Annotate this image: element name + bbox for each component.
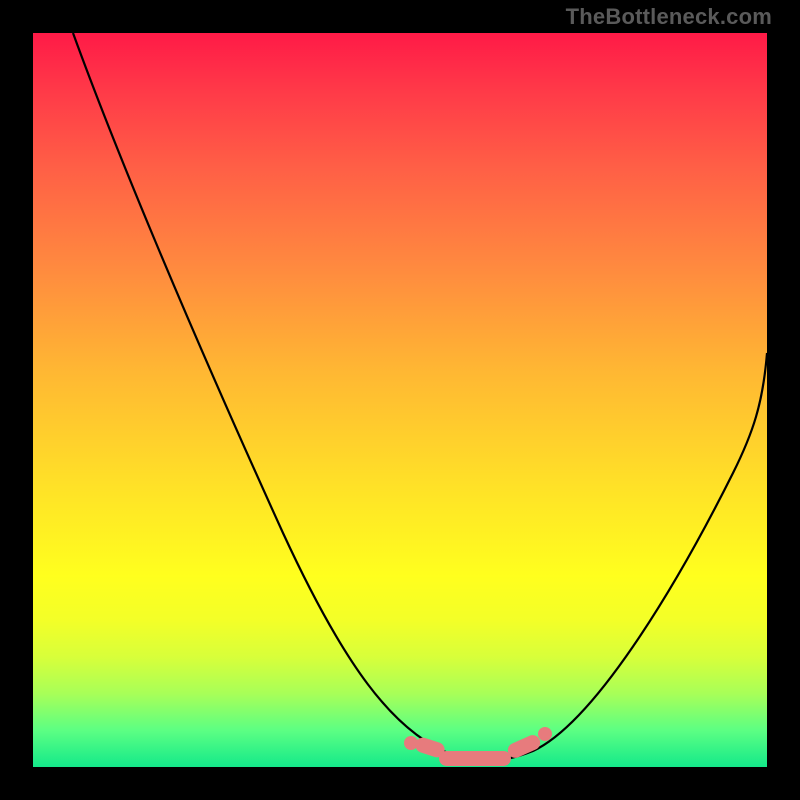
bottleneck-curve bbox=[33, 33, 767, 767]
plot-area bbox=[33, 33, 767, 767]
watermark-text: TheBottleneck.com bbox=[566, 4, 772, 30]
pink-marker bbox=[538, 727, 552, 741]
chart-frame bbox=[27, 27, 773, 773]
pink-marker bbox=[439, 751, 511, 766]
